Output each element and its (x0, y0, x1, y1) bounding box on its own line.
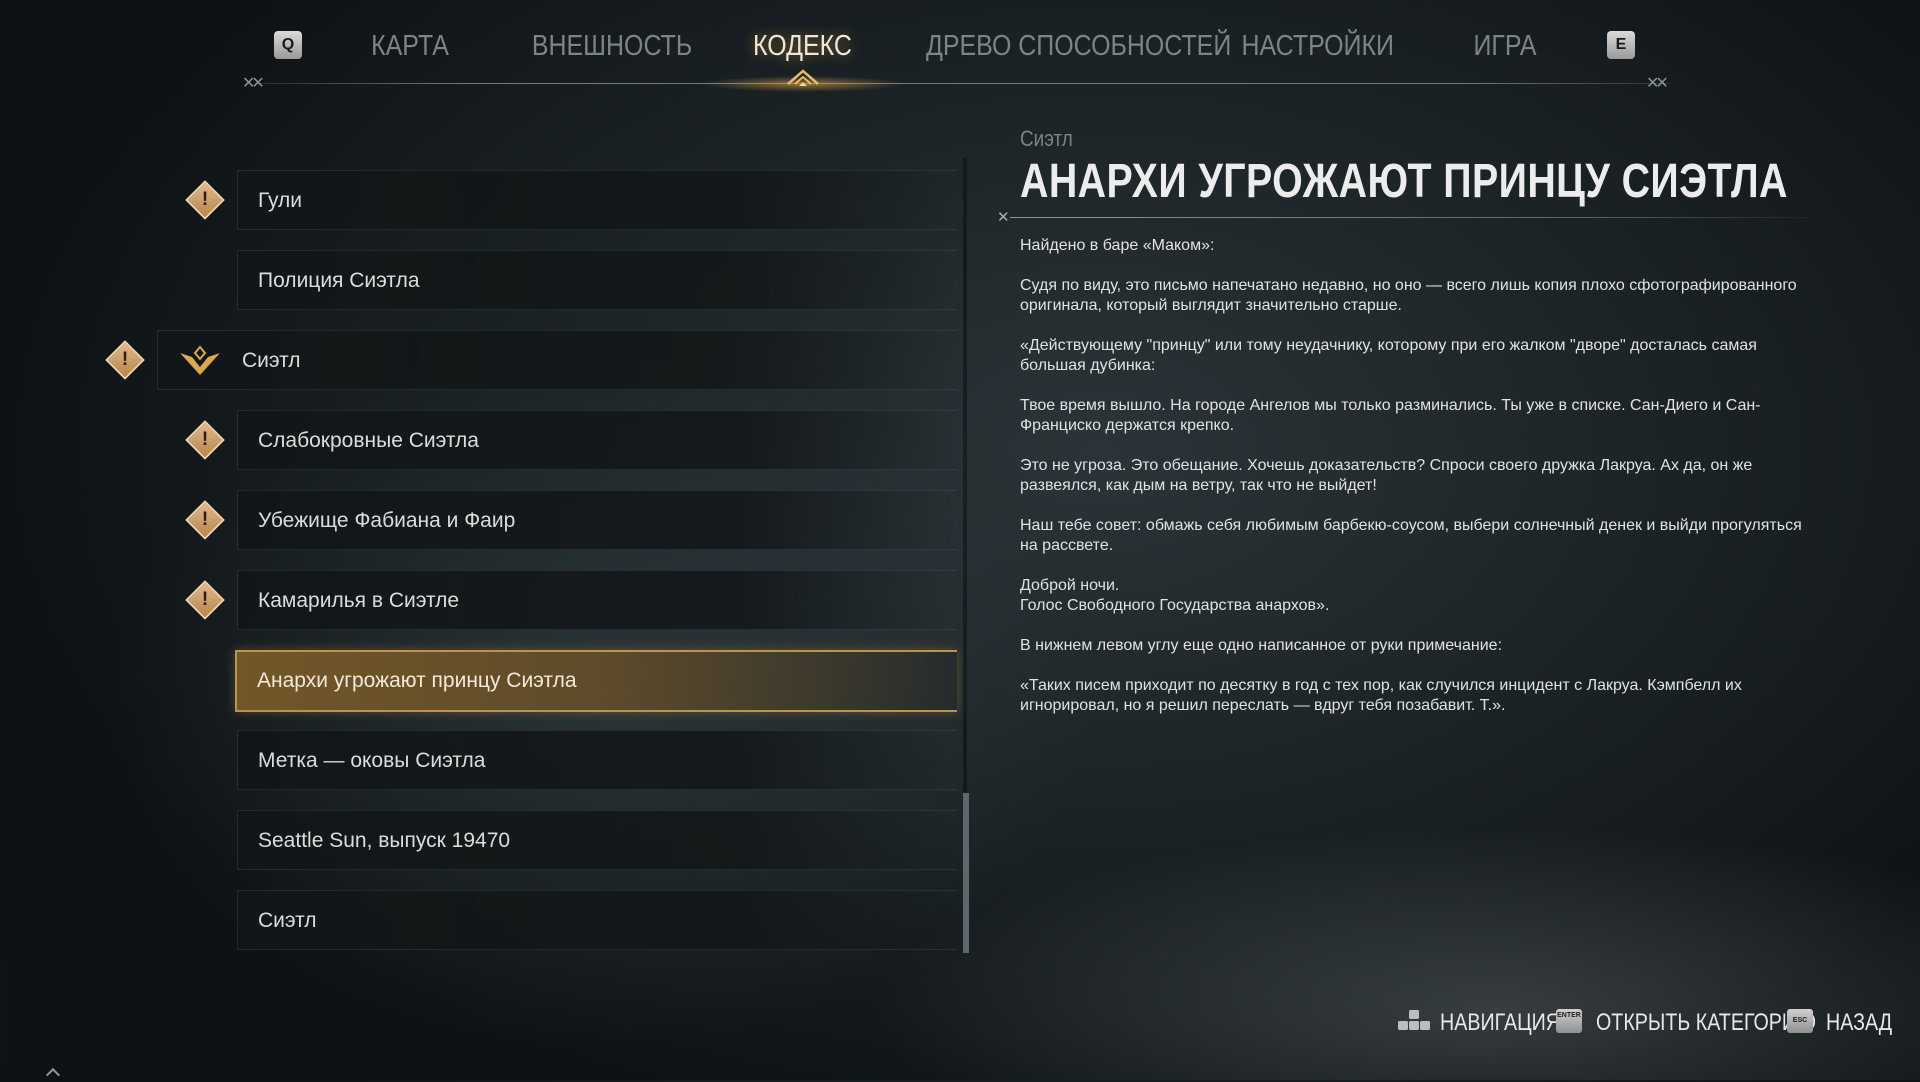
new-entry-badge-icon: ! (185, 580, 225, 620)
new-entry-badge-icon: ! (185, 500, 225, 540)
codex-entry[interactable]: Убежище Фабиана и Фаир (237, 490, 957, 550)
codex-entry-label: Слабокровные Сиэтла (258, 429, 479, 452)
nav-divider (255, 83, 1670, 84)
prev-tab-key[interactable]: Q (274, 31, 302, 59)
next-tab-key[interactable]: E (1607, 31, 1635, 59)
top-navigation: Q КАРТА ВНЕШНОСТЬ КОДЕКС ДРЕВО СПОСОБНОС… (0, 0, 1920, 95)
codex-entry-label: Убежище Фабиана и Фаир (258, 509, 516, 532)
codex-entry[interactable]: Камарилья в Сиэтле (237, 570, 957, 630)
tab-map[interactable]: КАРТА (358, 26, 461, 66)
codex-entry-label: Камарилья в Сиэтле (258, 589, 460, 612)
codex-category[interactable]: Сиэтл (157, 330, 957, 390)
divider-ornament-icon: ✕ (997, 209, 1010, 226)
esc-key-icon: ESC (1787, 1009, 1813, 1033)
codex-entry-label: Seattle Sun, выпуск 19470 (258, 829, 511, 852)
tab-settings[interactable]: НАСТРОЙКИ (1242, 26, 1394, 66)
codex-entry[interactable]: Метка — оковы Сиэтла (237, 730, 957, 790)
detail-paragraph: Доброй ночи. Голос Свободного Государств… (1020, 577, 1330, 614)
detail-paragraph: «Таких писем приходит по десятку в год с… (1020, 677, 1742, 714)
hint-navigation-label: НАВИГАЦИЯ (1440, 1009, 1561, 1036)
codex-category-label: Сиэтл (242, 349, 301, 372)
hint-back-label: НАЗАД (1826, 1009, 1893, 1036)
title-divider (1010, 217, 1830, 218)
new-entry-badge-icon: ! (185, 180, 225, 220)
new-entry-badge-icon: ! (185, 420, 225, 460)
tab-skill-tree[interactable]: ДРЕВО СПОСОБНОСТЕЙ (926, 26, 1231, 66)
new-entry-badge-icon: ! (105, 340, 145, 380)
codex-entry-label: Метка — оковы Сиэтла (258, 749, 486, 772)
codex-entry-label: Анархи угрожают принцу Сиэтла (257, 669, 577, 692)
codex-entry[interactable]: Сиэтл (237, 890, 957, 950)
detail-paragraph: Наш тебе совет: обмажь себя любимым барб… (1020, 517, 1802, 554)
codex-entry[interactable]: Гули (237, 170, 957, 230)
detail-paragraph: Судя по виду, это письмо напечатано неда… (1020, 277, 1797, 314)
dpad-keys-icon (1398, 1010, 1430, 1030)
tab-appearance[interactable]: ВНЕШНОСТЬ (532, 26, 692, 66)
category-emblem-icon (180, 345, 220, 375)
detail-paragraph: В нижнем левом углу еще одно написанное … (1020, 637, 1503, 654)
detail-category: Сиэтл (1020, 126, 1073, 151)
active-tab-indicator-icon (787, 69, 819, 86)
tab-codex[interactable]: КОДЕКС (749, 26, 857, 66)
codex-entry-selected[interactable]: Анархи угрожают принцу Сиэтла (235, 650, 957, 712)
codex-entry-label: Полиция Сиэтла (258, 269, 420, 292)
codex-entry[interactable]: Seattle Sun, выпуск 19470 (237, 810, 957, 870)
codex-entry-label: Сиэтл (258, 909, 317, 932)
detail-body: Найдено в баре «Маком»: Судя по виду, эт… (1020, 236, 1820, 736)
detail-paragraph: Твое время вышло. На городе Ангелов мы т… (1020, 397, 1761, 434)
detail-paragraph: Найдено в баре «Маком»: (1020, 237, 1215, 254)
hint-open-category-label: ОТКРЫТЬ КАТЕГОРИЮ (1596, 1009, 1816, 1036)
detail-paragraph: «Действующему "принцу" или тому неудачни… (1020, 337, 1757, 374)
detail-title: АНАРХИ УГРОЖАЮТ ПРИНЦУ СИЭТЛА (1020, 155, 1788, 208)
nav-left-ornament: ✕✕ (242, 75, 265, 92)
detail-paragraph: Это не угроза. Это обещание. Хочешь дока… (1020, 457, 1753, 494)
scrollbar-thumb[interactable] (963, 793, 969, 953)
tab-game[interactable]: ИГРА (1458, 26, 1553, 66)
nav-right-ornament: ✕✕ (1646, 75, 1669, 92)
codex-entry-label: Гули (258, 189, 302, 212)
enter-key-icon: ENTER (1556, 1009, 1582, 1033)
codex-entry[interactable]: Полиция Сиэтла (237, 250, 957, 310)
codex-entry[interactable]: Слабокровные Сиэтла (237, 410, 957, 470)
